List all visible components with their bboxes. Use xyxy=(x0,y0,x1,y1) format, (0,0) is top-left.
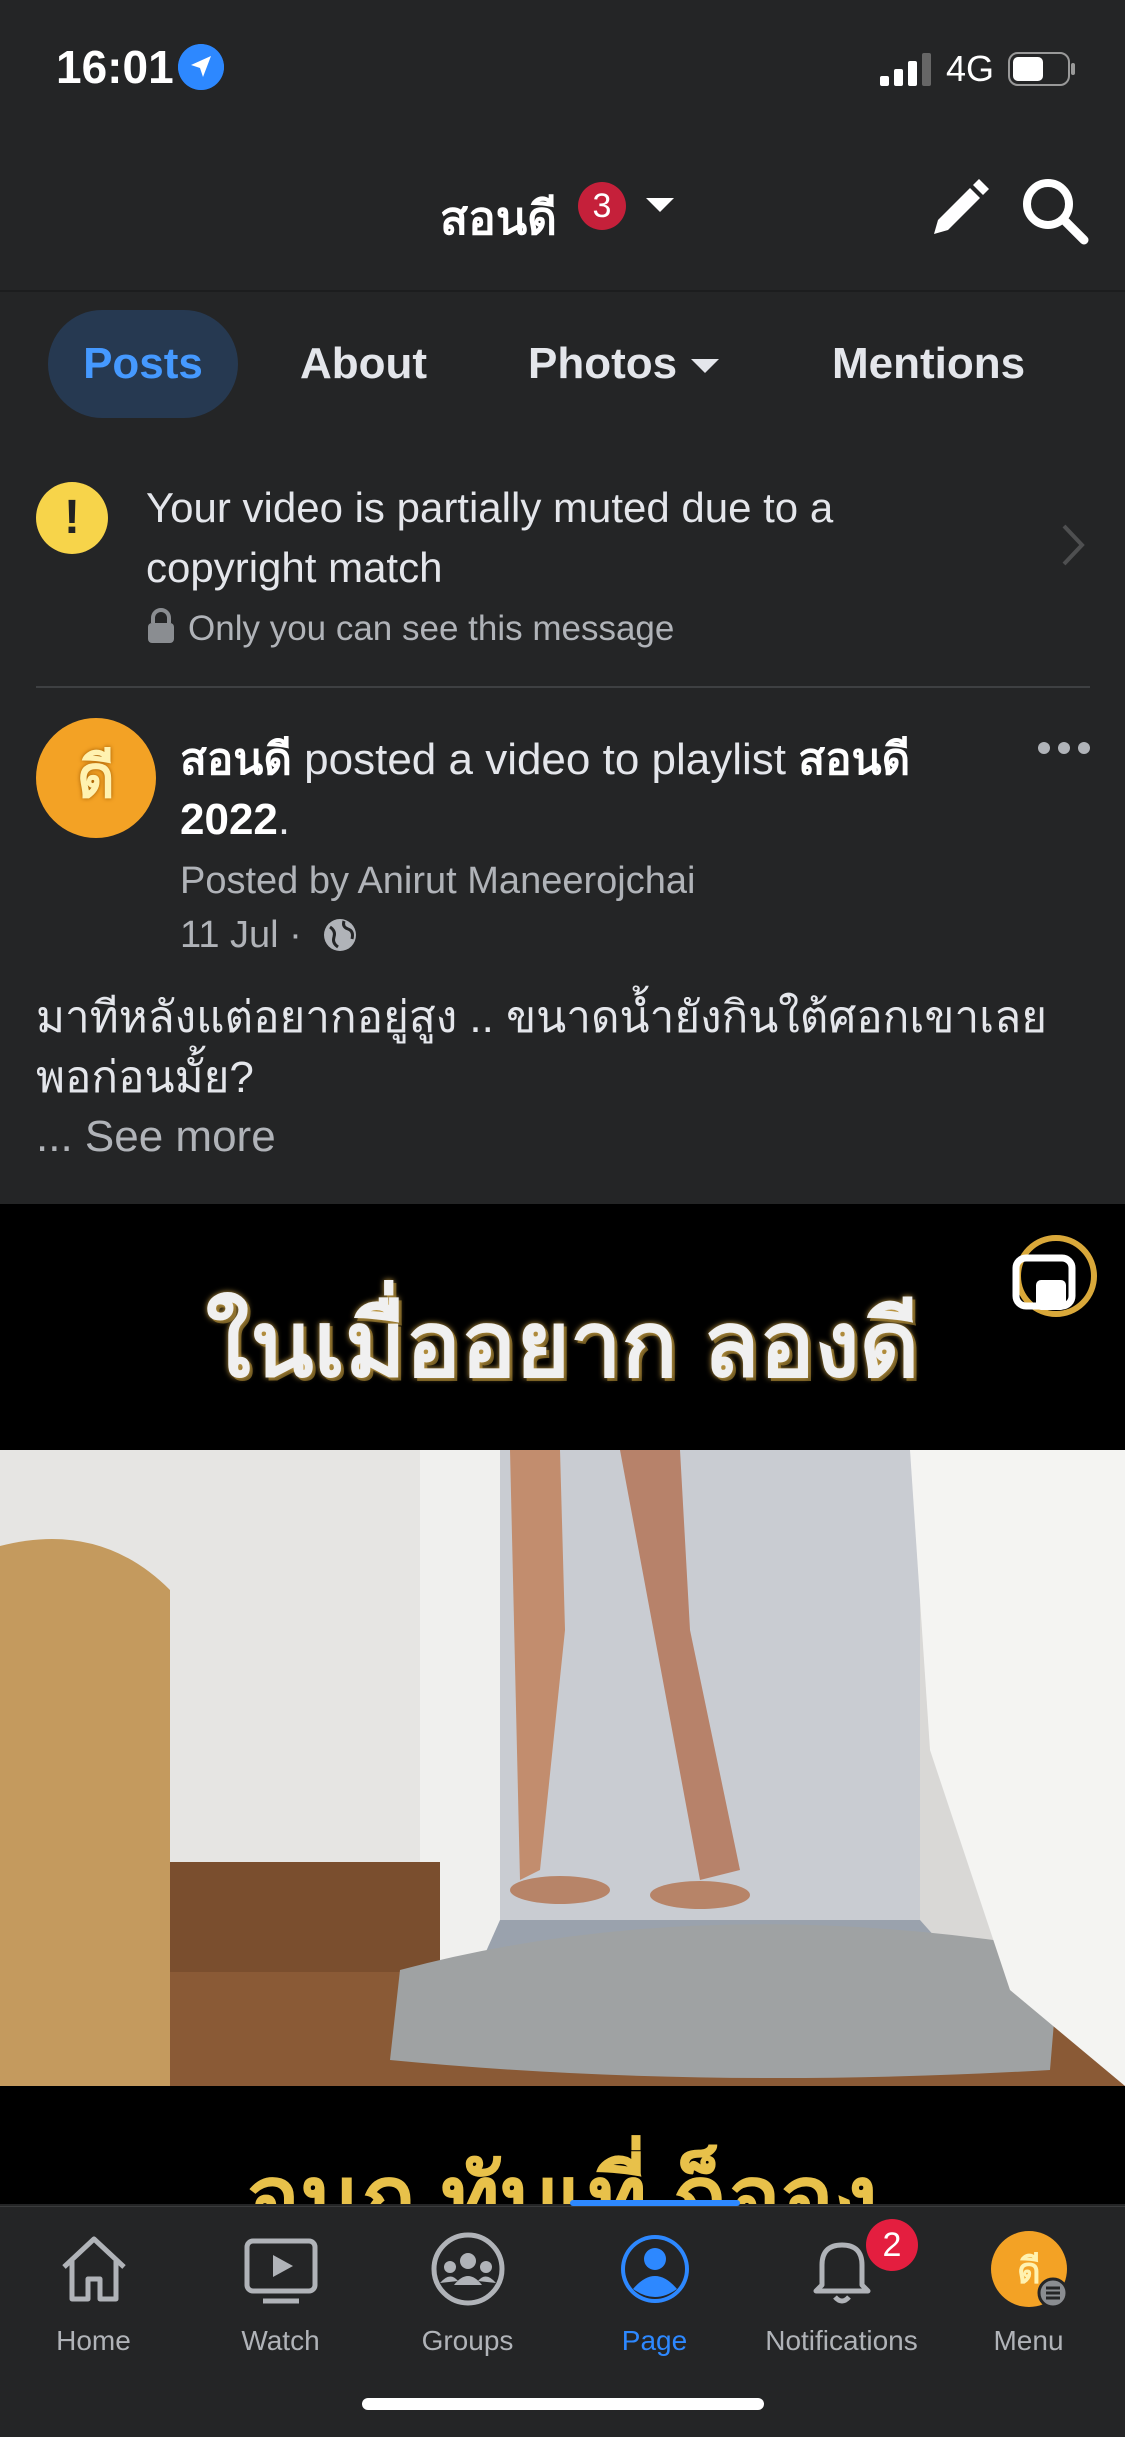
nav-watch[interactable]: Watch xyxy=(187,2207,374,2407)
nav-menu[interactable]: ดี Menu xyxy=(935,2207,1122,2407)
page-icon xyxy=(621,2235,689,2303)
post-caption: มาทีหลังแต่อยากอยู่สูง .. ขนาดน้ำยังกินใ… xyxy=(36,993,1047,1102)
cellular-signal-icon xyxy=(880,53,931,86)
video-title-overlay: ในเมื่ออยาก ลองดี xyxy=(205,1294,920,1396)
watch-icon xyxy=(244,2238,318,2304)
battery-icon xyxy=(1008,52,1075,86)
tab-about[interactable]: About xyxy=(300,310,427,418)
posted-by: Posted by Anirut Maneerojchai xyxy=(180,860,696,902)
video-banner: ในเมื่ออยาก ลองดี xyxy=(0,1204,1125,1450)
notice-privacy: Only you can see this message xyxy=(146,608,674,649)
post-end: . xyxy=(277,795,291,844)
video-subtitle-band: จนก ทับเที่ ถ็อจง xyxy=(0,2086,1125,2204)
tab-posts[interactable]: Posts xyxy=(48,310,238,418)
post-meta: 11 Jul · xyxy=(180,914,358,957)
edit-pencil-icon[interactable] xyxy=(926,178,990,242)
tab-photos-label: Photos xyxy=(528,339,678,388)
more-options-icon[interactable] xyxy=(1036,738,1092,758)
nav-notifications[interactable]: 2 Notifications xyxy=(748,2207,935,2407)
post-date-separator: · xyxy=(278,914,313,956)
search-icon[interactable] xyxy=(1018,174,1090,246)
page-header: สอนดี 3 xyxy=(0,130,1125,292)
nav-notifications-label: Notifications xyxy=(765,2325,918,2356)
nav-page-label: Page xyxy=(621,2325,688,2356)
page-tabs: Posts About Photos Mentions xyxy=(0,310,1125,422)
status-time: 16:01 xyxy=(56,41,174,93)
globe-public-icon xyxy=(324,919,357,951)
tab-mentions[interactable]: Mentions xyxy=(832,310,1025,418)
svg-text:ดี: ดี xyxy=(1017,2251,1040,2292)
tab-photos[interactable]: Photos xyxy=(528,310,720,418)
post-author[interactable]: สอนดี xyxy=(180,735,292,784)
nav-home[interactable]: Home xyxy=(0,2207,187,2407)
nav-home-label: Home xyxy=(56,2325,131,2356)
page-title[interactable]: สอนดี xyxy=(440,182,557,255)
chevron-down-icon xyxy=(691,359,720,374)
home-indicator[interactable] xyxy=(362,2398,764,2410)
status-bar: 16:01 4G xyxy=(0,0,1125,130)
video-frame-image xyxy=(0,1450,1125,2086)
video-subtitle-overlay: จนก ทับเที่ ถ็อจง xyxy=(247,2149,878,2204)
see-more-link[interactable]: ... See more xyxy=(36,1112,276,1162)
page-avatar[interactable]: ดี xyxy=(36,718,156,838)
chevron-down-icon[interactable] xyxy=(646,198,674,212)
video-player[interactable]: ในเมื่ออยาก ลองดี จนก ทับเที่ ถ็อจง xyxy=(0,1204,1125,2204)
nav-menu-label: Menu xyxy=(993,2325,1064,2356)
lock-icon xyxy=(148,608,174,643)
post-action: posted a video to playlist xyxy=(291,735,799,784)
nav-groups[interactable]: Groups xyxy=(374,2207,561,2407)
network-type: 4G xyxy=(946,48,995,89)
chevron-right-icon xyxy=(1062,524,1085,566)
warning-icon: ! xyxy=(36,482,108,554)
nav-page[interactable]: Page xyxy=(561,2207,748,2407)
post-headline: สอนดี posted a video to playlist สอนดี 2… xyxy=(180,730,980,850)
video-watermark-logo-icon xyxy=(1012,1235,1097,1317)
avatar-logo-icon: ดี xyxy=(77,745,115,810)
notice-message: Your video is partially muted due to a c… xyxy=(146,484,834,591)
notifications-badge: 2 xyxy=(866,2219,918,2271)
nav-groups-label: Groups xyxy=(421,2325,514,2356)
notice-privacy-text: Only you can see this message xyxy=(188,609,675,648)
location-arrow-icon xyxy=(178,44,224,90)
groups-icon xyxy=(431,2232,505,2306)
post-date[interactable]: 11 Jul xyxy=(180,914,279,956)
home-icon xyxy=(62,2236,126,2302)
nav-watch-label: Watch xyxy=(241,2325,320,2356)
copyright-notice[interactable]: ! Your video is partially muted due to a… xyxy=(36,460,1090,688)
page-switcher-badge: 3 xyxy=(578,182,626,230)
menu-avatar-icon: ดี xyxy=(991,2231,1069,2309)
